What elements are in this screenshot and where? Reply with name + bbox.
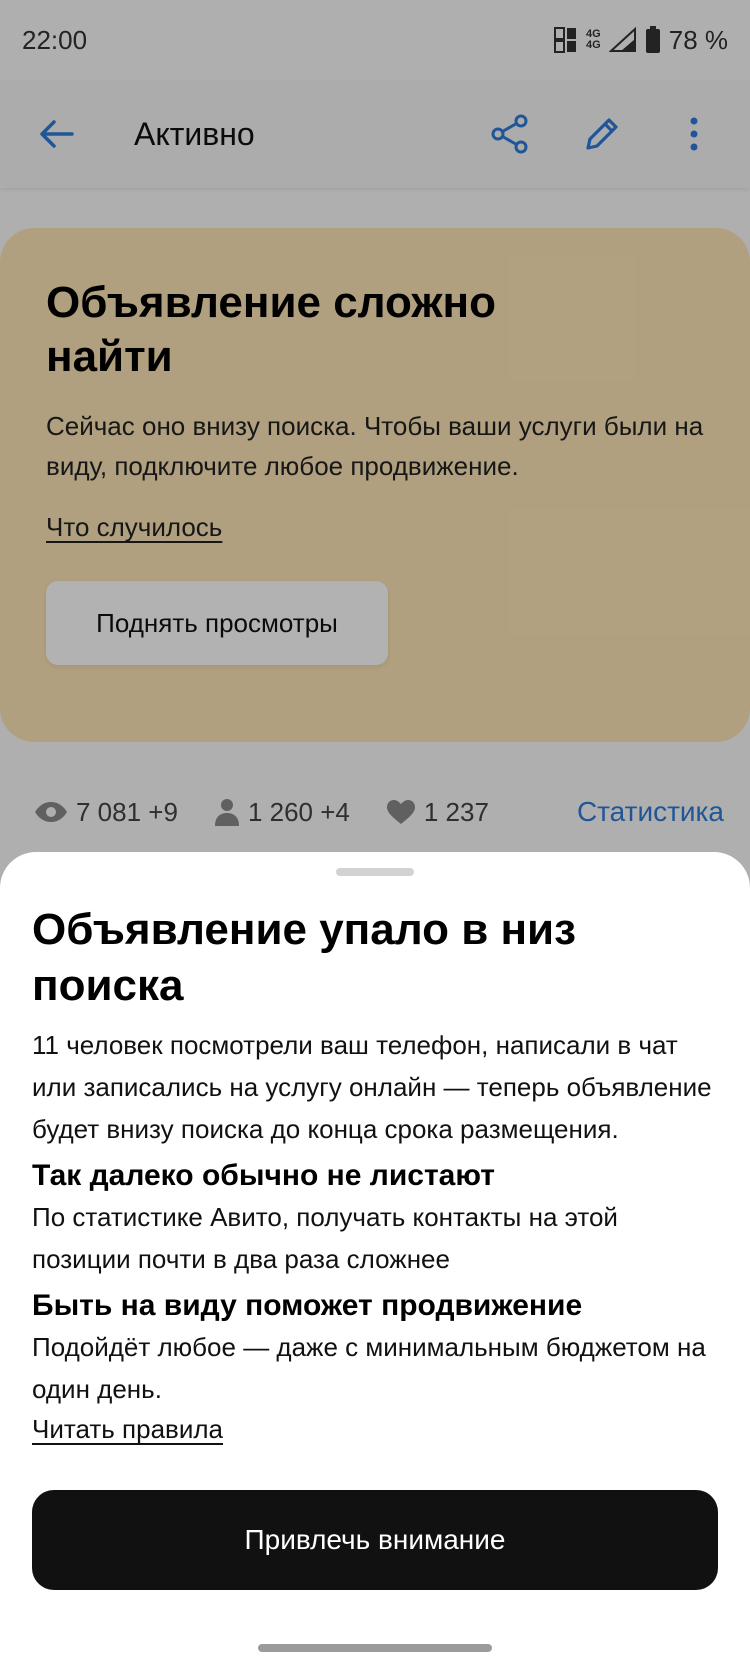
home-indicator[interactable] <box>258 1644 492 1652</box>
sheet-text-1: 11 человек посмотрели ваш телефон, напис… <box>32 1030 712 1144</box>
sheet-subtitle-2: Так далеко обычно не листают <box>32 1159 495 1192</box>
bottom-sheet: Объявление упало в низ поиска 11 человек… <box>0 852 750 1666</box>
read-rules-link[interactable]: Читать правила <box>32 1410 223 1448</box>
sheet-subtitle-3: Быть на виду поможет продвижение <box>32 1289 583 1322</box>
sheet-drag-handle[interactable] <box>336 868 414 876</box>
attract-attention-button[interactable]: Привлечь внимание <box>32 1490 718 1590</box>
sheet-text-3: Подойдёт любое — даже с минимальным бюдж… <box>32 1332 706 1404</box>
sheet-title: Объявление упало в низ поиска <box>32 905 576 1010</box>
sheet-text-2: По статистике Авито, получать контакты н… <box>32 1202 618 1274</box>
